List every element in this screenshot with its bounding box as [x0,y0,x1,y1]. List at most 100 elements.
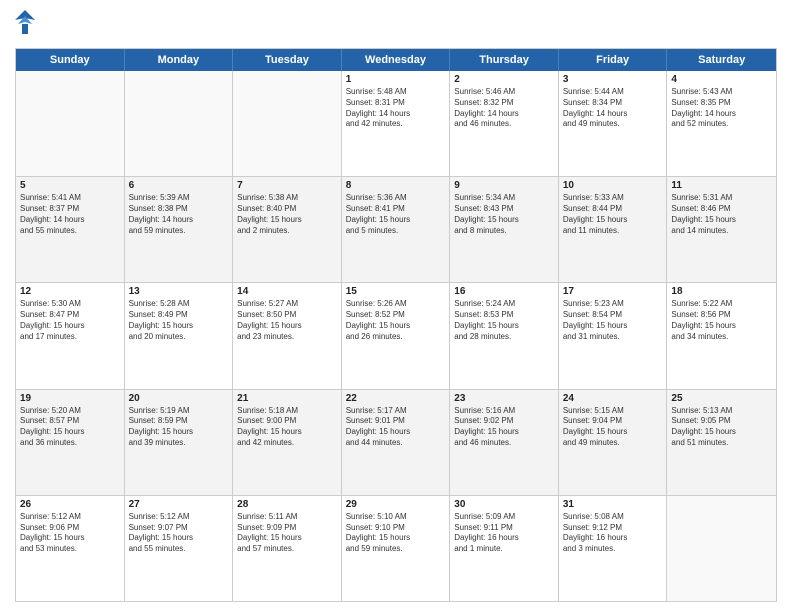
logo [15,10,39,40]
calendar-cell: 6Sunrise: 5:39 AM Sunset: 8:38 PM Daylig… [125,177,234,282]
calendar-cell: 23 Sunrise: 5:16 AM Sunset: 9:02 PM Dayli… [450,390,559,495]
day-details: Sunrise: 5:26 AM Sunset: 8:52 PM Dayligh… [346,299,446,342]
calendar-cell: 20 Sunrise: 5:19 AM Sunset: 8:59 PM Dayli… [125,390,234,495]
header [15,10,777,40]
day-number: 3 [563,74,663,85]
calendar-cell: 10 Sunrise: 5:33 AM Sunset: 8:44 PM Dayli… [559,177,668,282]
calendar-cell: 25 Sunrise: 5:13 AM Sunset: 9:05 PM Dayli… [667,390,776,495]
day-number: 1 [346,74,446,85]
day-details: Sunrise: 5:20 AM Sunset: 8:57 PM Dayligh… [20,406,120,449]
calendar-cell: 1 Sunrise: 5:48 AM Sunset: 8:31 PM Daylig… [342,71,451,176]
calendar-cell: 7 Sunrise: 5:38 AM Sunset: 8:40 PM Daylig… [233,177,342,282]
header-day: Friday [559,49,668,71]
day-number: 28 [237,499,337,510]
day-details: Sunrise: 5:16 AM Sunset: 9:02 PM Dayligh… [454,406,554,449]
day-details: Sunrise: 5:27 AM Sunset: 8:50 PM Dayligh… [237,299,337,342]
calendar-cell: 5 Sunrise: 5:41 AM Sunset: 8:37 PM Daylig… [16,177,125,282]
day-details: Sunrise: 5:12 AM Sunset: 9:06 PM Dayligh… [20,512,120,555]
day-details: Sunrise: 5:24 AM Sunset: 8:53 PM Dayligh… [454,299,554,342]
day-details: Sunrise: 5:17 AM Sunset: 9:01 PM Dayligh… [346,406,446,449]
day-details: Sunrise: 5:13 AM Sunset: 9:05 PM Dayligh… [671,406,772,449]
calendar-cell: 14Sunrise: 5:27 AM Sunset: 8:50 PM Dayli… [233,283,342,388]
calendar-cell: 4 Sunrise: 5:43 AM Sunset: 8:35 PM Daylig… [667,71,776,176]
calendar-cell: 16Sunrise: 5:24 AM Sunset: 8:53 PM Dayli… [450,283,559,388]
calendar-cell: 2 Sunrise: 5:46 AM Sunset: 8:32 PM Daylig… [450,71,559,176]
day-number: 9 [454,180,554,191]
calendar-cell [233,71,342,176]
calendar-cell: 11 Sunrise: 5:31 AM Sunset: 8:46 PM Dayli… [667,177,776,282]
day-number: 6 [129,180,229,191]
calendar-header: SundayMondayTuesdayWednesdayThursdayFrid… [16,49,776,71]
day-number: 30 [454,499,554,510]
day-details: Sunrise: 5:28 AM Sunset: 8:49 PM Dayligh… [129,299,229,342]
day-number: 19 [20,393,120,404]
calendar-cell: 30 Sunrise: 5:09 AM Sunset: 9:11 PM Dayli… [450,496,559,601]
day-number: 24 [563,393,663,404]
day-number: 22 [346,393,446,404]
page: SundayMondayTuesdayWednesdayThursdayFrid… [0,0,792,612]
day-details: Sunrise: 5:38 AM Sunset: 8:40 PM Dayligh… [237,193,337,236]
calendar-cell: 18 Sunrise: 5:22 AM Sunset: 8:56 PM Dayli… [667,283,776,388]
day-number: 10 [563,180,663,191]
day-details: Sunrise: 5:41 AM Sunset: 8:37 PM Dayligh… [20,193,120,236]
day-number: 26 [20,499,120,510]
calendar-cell: 19 Sunrise: 5:20 AM Sunset: 8:57 PM Dayli… [16,390,125,495]
calendar-cell [667,496,776,601]
day-details: Sunrise: 5:30 AM Sunset: 8:47 PM Dayligh… [20,299,120,342]
day-number: 8 [346,180,446,191]
day-details: Sunrise: 5:46 AM Sunset: 8:32 PM Dayligh… [454,87,554,130]
day-number: 5 [20,180,120,191]
header-day: Sunday [16,49,125,71]
calendar-row: 19 Sunrise: 5:20 AM Sunset: 8:57 PM Dayli… [16,389,776,495]
day-details: Sunrise: 5:34 AM Sunset: 8:43 PM Dayligh… [454,193,554,236]
calendar-cell: 9 Sunrise: 5:34 AM Sunset: 8:43 PM Daylig… [450,177,559,282]
calendar-cell: 28 Sunrise: 5:11 AM Sunset: 9:09 PM Dayli… [233,496,342,601]
day-number: 25 [671,393,772,404]
logo-icon [15,10,35,40]
day-number: 2 [454,74,554,85]
day-number: 18 [671,286,772,297]
day-number: 23 [454,393,554,404]
day-number: 21 [237,393,337,404]
calendar-row: 12Sunrise: 5:30 AM Sunset: 8:47 PM Dayli… [16,282,776,388]
day-details: Sunrise: 5:18 AM Sunset: 9:00 PM Dayligh… [237,406,337,449]
day-number: 29 [346,499,446,510]
calendar-cell: 29 Sunrise: 5:10 AM Sunset: 9:10 PM Dayli… [342,496,451,601]
day-number: 31 [563,499,663,510]
day-details: Sunrise: 5:12 AM Sunset: 9:07 PM Dayligh… [129,512,229,555]
day-details: Sunrise: 5:23 AM Sunset: 8:54 PM Dayligh… [563,299,663,342]
calendar-cell: 8Sunrise: 5:36 AM Sunset: 8:41 PM Daylig… [342,177,451,282]
day-details: Sunrise: 5:33 AM Sunset: 8:44 PM Dayligh… [563,193,663,236]
day-details: Sunrise: 5:43 AM Sunset: 8:35 PM Dayligh… [671,87,772,130]
day-number: 7 [237,180,337,191]
calendar-row: 5 Sunrise: 5:41 AM Sunset: 8:37 PM Daylig… [16,176,776,282]
day-details: Sunrise: 5:31 AM Sunset: 8:46 PM Dayligh… [671,193,772,236]
day-number: 11 [671,180,772,191]
day-number: 27 [129,499,229,510]
header-day: Saturday [667,49,776,71]
day-details: Sunrise: 5:48 AM Sunset: 8:31 PM Dayligh… [346,87,446,130]
calendar-cell: 21 Sunrise: 5:18 AM Sunset: 9:00 PM Dayli… [233,390,342,495]
day-number: 4 [671,74,772,85]
day-details: Sunrise: 5:19 AM Sunset: 8:59 PM Dayligh… [129,406,229,449]
calendar-cell [125,71,234,176]
calendar-cell: 24Sunrise: 5:15 AM Sunset: 9:04 PM Dayli… [559,390,668,495]
calendar-cell: 26 Sunrise: 5:12 AM Sunset: 9:06 PM Dayli… [16,496,125,601]
calendar-cell: 31Sunrise: 5:08 AM Sunset: 9:12 PM Dayli… [559,496,668,601]
calendar-row: 26 Sunrise: 5:12 AM Sunset: 9:06 PM Dayli… [16,495,776,601]
day-details: Sunrise: 5:09 AM Sunset: 9:11 PM Dayligh… [454,512,554,555]
day-details: Sunrise: 5:11 AM Sunset: 9:09 PM Dayligh… [237,512,337,555]
calendar-cell: 27 Sunrise: 5:12 AM Sunset: 9:07 PM Dayli… [125,496,234,601]
day-details: Sunrise: 5:10 AM Sunset: 9:10 PM Dayligh… [346,512,446,555]
header-day: Wednesday [342,49,451,71]
calendar-cell: 22 Sunrise: 5:17 AM Sunset: 9:01 PM Dayli… [342,390,451,495]
header-day: Monday [125,49,234,71]
calendar-cell: 17Sunrise: 5:23 AM Sunset: 8:54 PM Dayli… [559,283,668,388]
day-number: 13 [129,286,229,297]
day-details: Sunrise: 5:22 AM Sunset: 8:56 PM Dayligh… [671,299,772,342]
calendar-cell: 15Sunrise: 5:26 AM Sunset: 8:52 PM Dayli… [342,283,451,388]
calendar-cell [16,71,125,176]
day-number: 20 [129,393,229,404]
calendar-cell: 12Sunrise: 5:30 AM Sunset: 8:47 PM Dayli… [16,283,125,388]
calendar-body: 1 Sunrise: 5:48 AM Sunset: 8:31 PM Daylig… [16,71,776,601]
